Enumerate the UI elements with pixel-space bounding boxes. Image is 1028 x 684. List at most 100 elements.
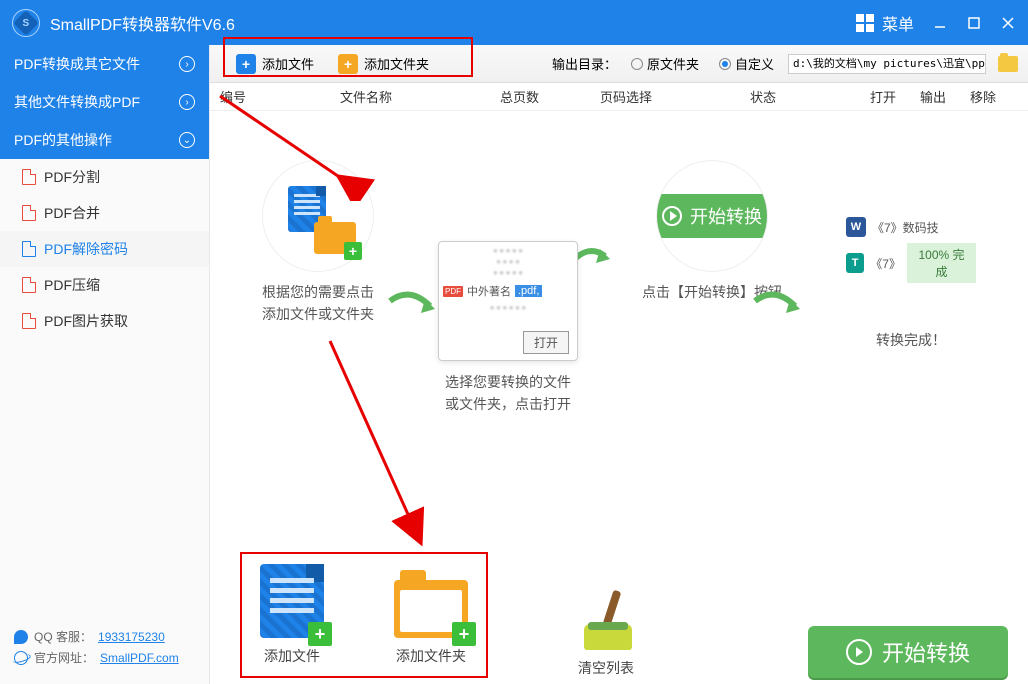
step4-results: W《7》数码技 T《7》100% 完成: [846, 211, 976, 289]
guide-step-3: 开始转换 点击【开始转换】按钮: [642, 161, 782, 303]
pdf-icon: [22, 277, 36, 293]
add-file-action[interactable]: + 添加文件: [260, 564, 324, 666]
step1-icon: +: [263, 161, 373, 271]
guide-step-1: + 根据您的需要点击 添加文件或文件夹: [262, 161, 374, 326]
toolbar: + 添加文件 + 添加文件夹 输出目录： 原文件夹 自定义 d:\我的文档\my…: [210, 45, 1028, 83]
sidebar-item-label: PDF解除密码: [44, 239, 128, 259]
output-path-input[interactable]: d:\我的文档\my pictures\迅宜\ppt: [788, 54, 986, 74]
col-id: 编号: [220, 87, 340, 106]
start-chip-label: 开始转换: [690, 203, 762, 229]
title-bar: S SmallPDF转换器软件V6.6 菜单: [0, 0, 1028, 45]
sidebar-section-pdf-other[interactable]: PDF的其他操作 ⌄: [0, 121, 209, 159]
plus-file-icon: +: [236, 54, 256, 74]
site-label: 官方网址：: [34, 649, 94, 666]
pdf-icon: [22, 205, 36, 221]
pdf-icon: [22, 313, 36, 329]
sidebar-item-pdf-merge[interactable]: PDF合并: [0, 195, 209, 231]
col-status: 状态: [750, 87, 870, 106]
flow-arrow-3: [750, 291, 800, 341]
plus-icon: +: [344, 242, 362, 260]
add-folder-action[interactable]: + 添加文件夹: [394, 564, 468, 666]
plus-folder-icon: +: [338, 54, 358, 74]
word-icon: W: [846, 217, 866, 237]
col-pages: 总页数: [500, 87, 600, 106]
guide-area: + 根据您的需要点击 添加文件或文件夹 ▪ ▪ ▪ ▪ ▪▪ ▪ ▪ ▪▪ ▪ …: [210, 111, 1028, 684]
sidebar-section-convert-from-pdf[interactable]: PDF转换成其它文件 ›: [0, 45, 209, 83]
add-folder-button[interactable]: + 添加文件夹: [330, 50, 437, 78]
add-folder-label: 添加文件夹: [396, 646, 466, 666]
mock-ext: .pdf,: [515, 285, 542, 297]
chevron-right-icon: ›: [179, 56, 195, 72]
result-filename: 《7》数码技: [872, 219, 939, 236]
plus-icon: +: [308, 622, 332, 646]
browse-folder-icon[interactable]: [998, 56, 1018, 72]
qq-icon: [14, 630, 28, 644]
play-icon: [662, 206, 682, 226]
minimize-button[interactable]: [932, 15, 948, 31]
radio-original-folder[interactable]: 原文件夹: [631, 54, 699, 73]
flow-arrow-1: [385, 291, 435, 341]
qq-label: QQ 客服：: [34, 628, 92, 645]
add-file-label: 添加文件: [264, 646, 320, 666]
col-output: 输出: [920, 87, 970, 106]
mock-open-button: 打开: [523, 331, 569, 354]
sidebar-item-label: PDF合并: [44, 203, 100, 223]
sidebar-item-pdf-unlock[interactable]: PDF解除密码: [0, 231, 209, 267]
result-filename: 《7》: [870, 255, 901, 272]
radio-label: 自定义: [735, 54, 774, 73]
sidebar-section-label: PDF的其他操作: [14, 130, 112, 150]
menu-label: 菜单: [882, 11, 914, 35]
sidebar: PDF转换成其它文件 › 其他文件转换成PDF › PDF的其他操作 ⌄ PDF…: [0, 45, 210, 684]
step2-mock-dialog: ▪ ▪ ▪ ▪ ▪▪ ▪ ▪ ▪▪ ▪ ▪ ▪ ▪ PDF中外著名.pdf, ▪…: [438, 241, 578, 361]
clear-list-label: 清空列表: [578, 658, 634, 678]
chevron-down-icon: ⌄: [179, 132, 195, 148]
sidebar-section-convert-to-pdf[interactable]: 其他文件转换成PDF ›: [0, 83, 209, 121]
mock-filename: 中外著名: [467, 283, 511, 299]
step3-icon: 开始转换: [657, 161, 767, 271]
guide-step-4: W《7》数码技 T《7》100% 完成 转换完成！: [846, 211, 976, 351]
annotation-highlight-box-2: + 添加文件 + 添加文件夹: [240, 552, 488, 678]
qq-link[interactable]: 1933175230: [98, 630, 165, 644]
step4-caption: 转换完成！: [876, 329, 946, 351]
start-chip: 开始转换: [657, 194, 767, 238]
sidebar-section-label: PDF转换成其它文件: [14, 54, 140, 74]
content-area: + 添加文件 + 添加文件夹 输出目录： 原文件夹 自定义 d:\我的文档\my…: [210, 45, 1028, 684]
sidebar-item-pdf-extract-image[interactable]: PDF图片获取: [0, 303, 209, 339]
start-convert-label: 开始转换: [882, 636, 970, 668]
app-logo: S: [12, 9, 40, 37]
pdf-icon: [22, 241, 36, 257]
clear-list-action[interactable]: 清空列表: [578, 590, 634, 678]
start-convert-button[interactable]: 开始转换: [808, 626, 1008, 678]
step1-caption: 根据您的需要点击 添加文件或文件夹: [262, 281, 374, 326]
output-dir-label: 输出目录：: [552, 54, 617, 73]
add-folder-label: 添加文件夹: [364, 54, 429, 73]
guide-step-2: ▪ ▪ ▪ ▪ ▪▪ ▪ ▪ ▪▪ ▪ ▪ ▪ ▪ PDF中外著名.pdf, ▪…: [438, 241, 578, 416]
maximize-button[interactable]: [966, 15, 982, 31]
add-file-button[interactable]: + 添加文件: [228, 50, 322, 78]
pdf-icon: [22, 169, 36, 185]
browser-icon: [14, 651, 28, 665]
menu-grid-icon: [856, 14, 874, 32]
radio-custom-folder[interactable]: 自定义: [719, 54, 774, 73]
menu-button[interactable]: 菜单: [856, 11, 914, 35]
col-open: 打开: [870, 87, 920, 106]
site-link[interactable]: SmallPDF.com: [100, 651, 179, 665]
col-remove: 移除: [970, 87, 1020, 106]
col-page-select: 页码选择: [600, 87, 750, 106]
sidebar-item-pdf-split[interactable]: PDF分割: [0, 159, 209, 195]
app-title: SmallPDF转换器软件V6.6: [50, 11, 856, 35]
close-button[interactable]: [1000, 15, 1016, 31]
pdf-badge-icon: PDF: [443, 286, 463, 297]
table-header: 编号 文件名称 总页数 页码选择 状态 打开 输出 移除: [210, 83, 1028, 111]
step2-caption: 选择您要转换的文件 或文件夹，点击打开: [445, 371, 571, 416]
sidebar-item-label: PDF压缩: [44, 275, 100, 295]
sidebar-item-label: PDF分割: [44, 167, 100, 187]
sidebar-footer: QQ 客服： 1933175230 官方网址： SmallPDF.com: [0, 614, 209, 684]
add-file-label: 添加文件: [262, 54, 314, 73]
bottom-action-row: + 添加文件 + 添加文件夹 清空列表 开始转换: [240, 552, 1008, 678]
play-icon: [846, 639, 872, 665]
sidebar-item-pdf-compress[interactable]: PDF压缩: [0, 267, 209, 303]
done-badge: 100% 完成: [907, 243, 976, 283]
broom-icon: [580, 590, 632, 650]
chevron-right-icon: ›: [179, 94, 195, 110]
